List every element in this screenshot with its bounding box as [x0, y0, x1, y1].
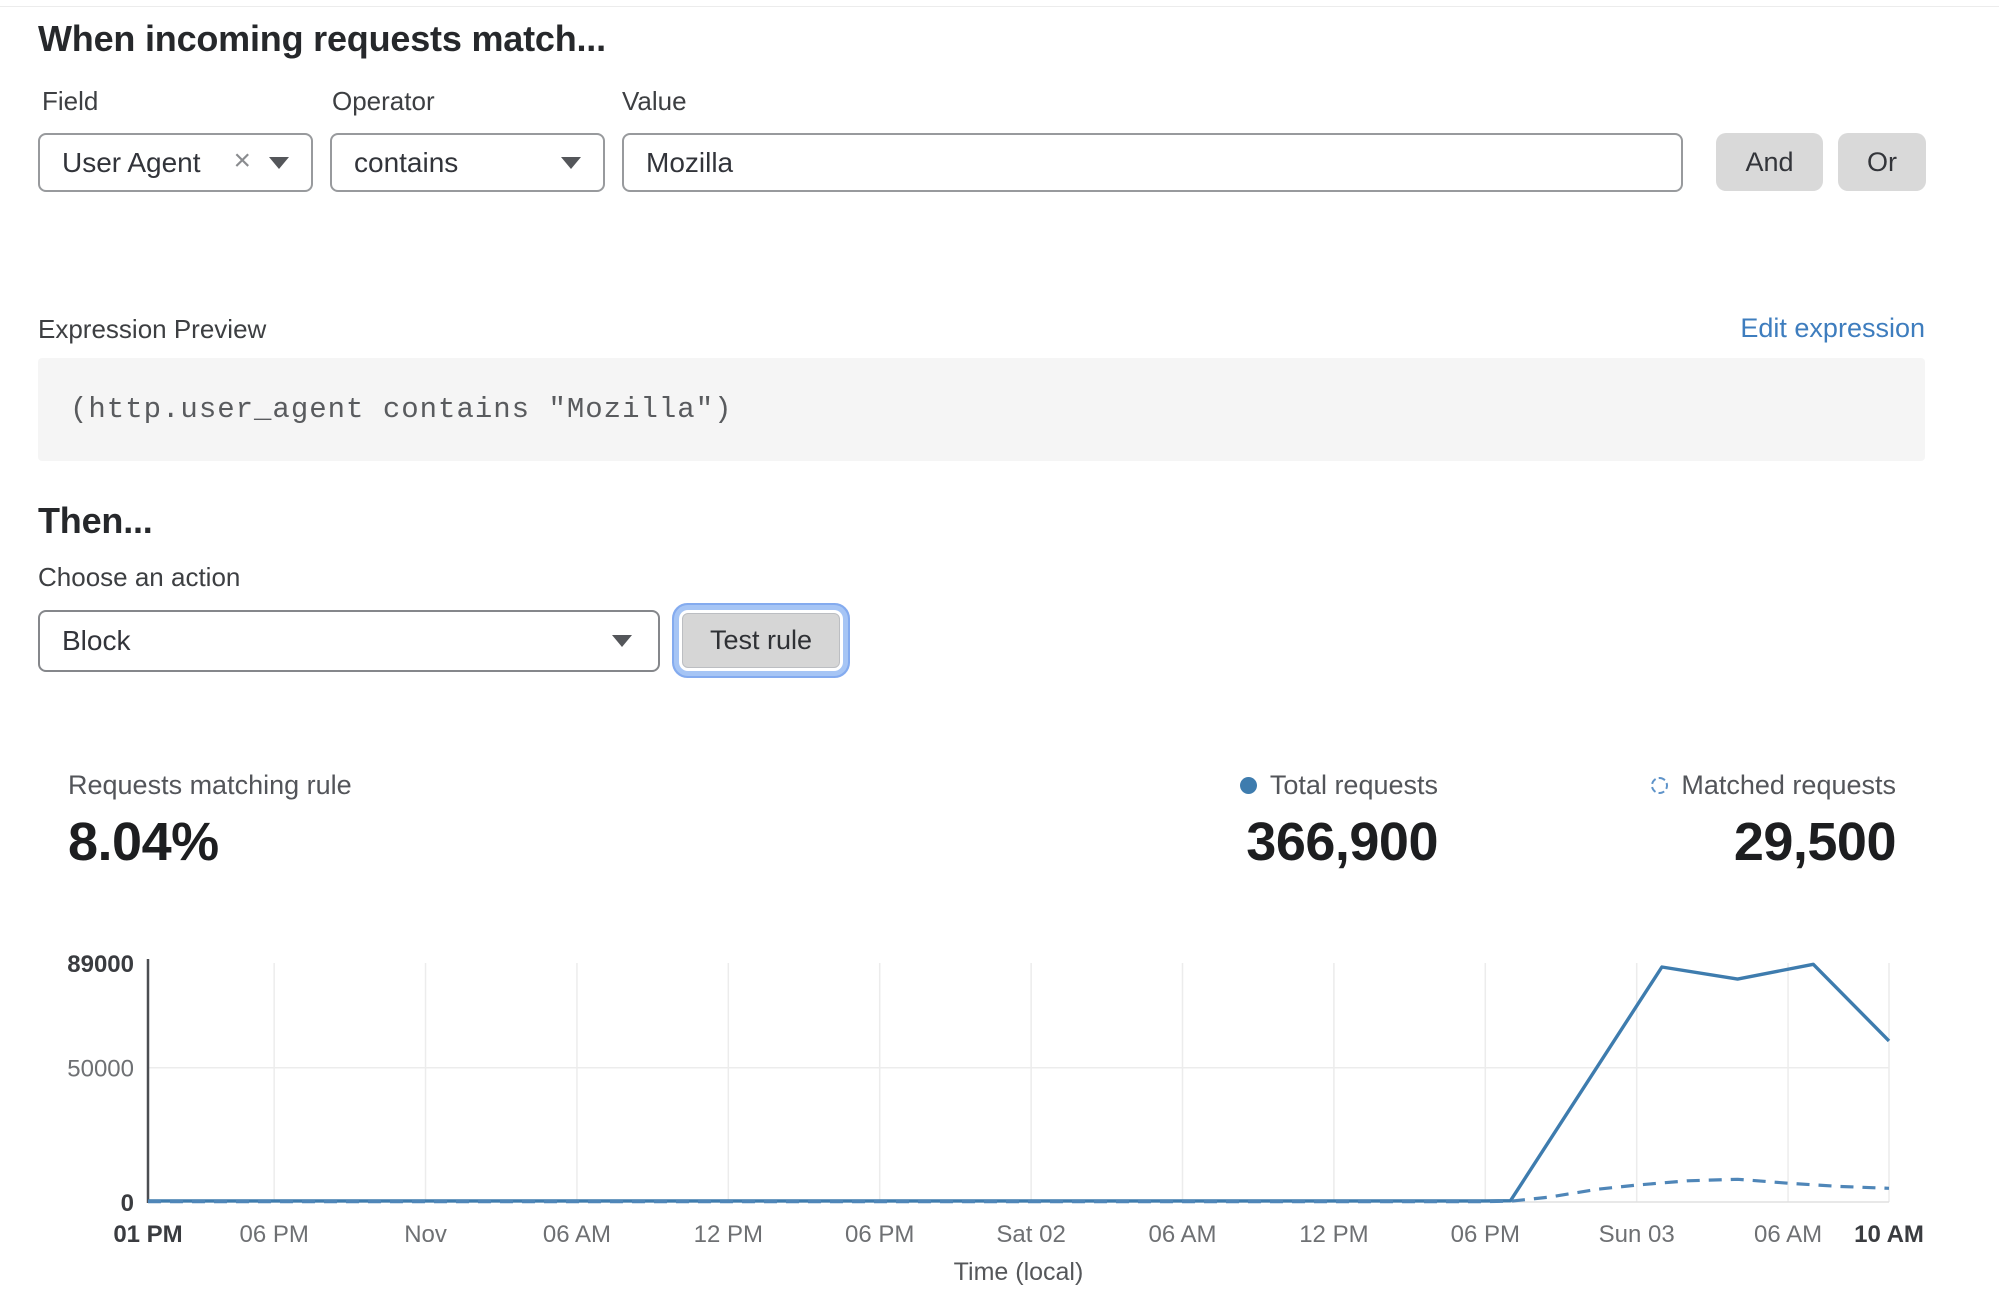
x-axis-title: Time (local)	[954, 1258, 1084, 1286]
x-tick-label: Sun 03	[1599, 1221, 1675, 1248]
series-line-dashed	[148, 1179, 1889, 1201]
y-tick-label: 0	[121, 1190, 134, 1217]
choose-action-label: Choose an action	[38, 562, 240, 593]
chevron-down-icon	[561, 157, 581, 169]
field-label: Field	[42, 86, 98, 117]
y-tick-label: 89000	[67, 951, 134, 978]
x-tick-label: 06 PM	[239, 1221, 308, 1248]
x-tick-label: 10 AM	[1854, 1221, 1924, 1248]
x-tick-label: 12 PM	[694, 1221, 763, 1248]
match-heading: When incoming requests match...	[38, 18, 606, 60]
and-button[interactable]: And	[1716, 133, 1823, 191]
total-requests-stat: Total requests 366,900	[1240, 770, 1438, 873]
matching-rule-label: Requests matching rule	[68, 770, 352, 801]
chevron-down-icon	[269, 157, 289, 169]
y-tick-label: 50000	[67, 1056, 134, 1083]
matched-requests-dashed-circle-icon	[1651, 777, 1668, 794]
total-requests-label: Total requests	[1270, 770, 1438, 801]
matching-rule-stat: Requests matching rule 8.04%	[68, 770, 352, 873]
x-tick-label: 06 AM	[1754, 1221, 1822, 1248]
action-select[interactable]: Block	[38, 610, 660, 672]
value-input-wrap	[622, 133, 1683, 192]
chevron-down-icon	[612, 635, 632, 647]
clear-field-icon[interactable]: ×	[233, 146, 269, 180]
x-tick-label: 06 PM	[845, 1221, 914, 1248]
x-tick-label: 06 AM	[543, 1221, 611, 1248]
x-tick-label: 06 PM	[1451, 1221, 1520, 1248]
x-tick-label: 01 PM	[113, 1221, 182, 1248]
expression-preview-label: Expression Preview	[38, 314, 266, 345]
operator-label: Operator	[332, 86, 435, 117]
value-label: Value	[622, 86, 687, 117]
test-rule-button[interactable]: Test rule	[682, 613, 840, 668]
x-tick-label: Sat 02	[996, 1221, 1065, 1248]
action-select-value: Block	[40, 625, 612, 657]
x-tick-label: 12 PM	[1299, 1221, 1368, 1248]
x-tick-label: Nov	[404, 1221, 447, 1248]
expression-code-block: (http.user_agent contains "Mozilla")	[38, 358, 1925, 461]
matched-requests-value: 29,500	[1734, 811, 1896, 873]
total-requests-dot-icon	[1240, 777, 1257, 794]
total-requests-value: 366,900	[1246, 811, 1438, 873]
or-button[interactable]: Or	[1838, 133, 1926, 191]
field-select[interactable]: User Agent ×	[38, 133, 313, 192]
value-input[interactable]	[622, 133, 1683, 192]
matched-requests-stat: Matched requests 29,500	[1651, 770, 1896, 873]
traffic-chart: 0 50000 89000 01 PM 06 PM Nov 06 AM 12 PM 06 PM S…	[0, 930, 1999, 1295]
edit-expression-link[interactable]: Edit expression	[1740, 313, 1925, 344]
x-tick-label: 06 AM	[1148, 1221, 1216, 1248]
expression-code: (http.user_agent contains "Mozilla")	[38, 393, 733, 426]
operator-select-value: contains	[332, 147, 561, 179]
firewall-rule-builder: When incoming requests match... Field Op…	[0, 0, 1999, 1295]
top-divider	[0, 6, 1999, 7]
operator-select[interactable]: contains	[330, 133, 605, 192]
matching-rule-value: 8.04%	[68, 811, 352, 873]
field-select-value: User Agent	[40, 147, 233, 179]
matched-requests-label: Matched requests	[1681, 770, 1896, 801]
series-line-solid	[148, 964, 1889, 1201]
then-heading: Then...	[38, 500, 153, 542]
